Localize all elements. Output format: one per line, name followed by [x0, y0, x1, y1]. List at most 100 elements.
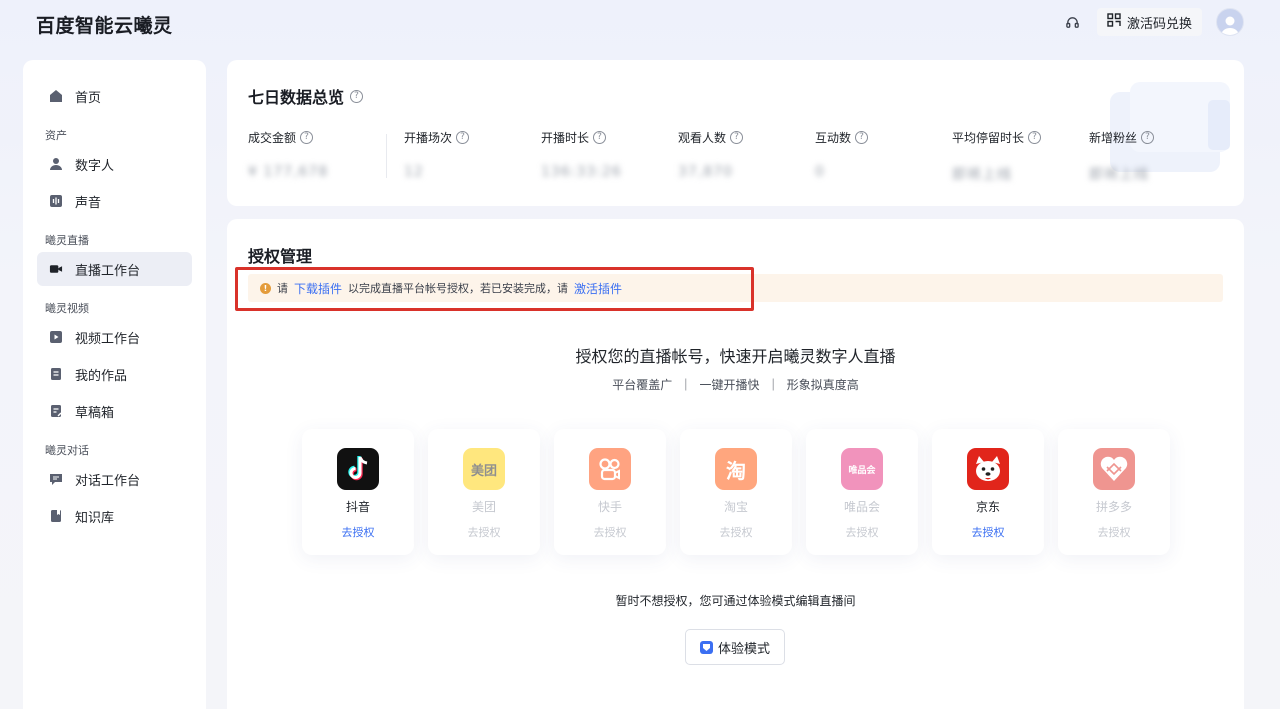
help-icon[interactable]: ?: [855, 130, 869, 144]
stat-label: 成交金额: [248, 130, 297, 145]
help-icon[interactable]: ?: [593, 130, 607, 144]
platform-name: 淘宝: [723, 500, 748, 514]
sidebar-item-knowledge-base[interactable]: 知识库: [37, 499, 192, 533]
sidebar-item-label: 首页: [75, 90, 102, 106]
platform-card-kuaishou[interactable]: 快手 去授权: [554, 429, 666, 555]
audio-wave-icon: [49, 194, 63, 208]
platform-card-pinduoduo[interactable]: 拼多多 去授权: [1058, 429, 1170, 555]
authorize-link[interactable]: 去授权: [594, 524, 627, 540]
stat-item: 观看人数? 37,870: [678, 128, 815, 184]
avatar[interactable]: [1216, 8, 1244, 36]
jd-logo-icon: [967, 448, 1009, 490]
sidebar-item-video-workbench[interactable]: 视频工作台: [37, 320, 192, 354]
stat-value: ¥ 177,678: [248, 164, 329, 180]
redeem-code-button[interactable]: 激活码兑换: [1096, 8, 1202, 36]
stat-label: 平均停留时长: [952, 130, 1025, 145]
platform-name: 抖音: [345, 500, 370, 514]
sidebar-item-label: 知识库: [75, 510, 115, 526]
platform-name: 美团: [471, 500, 496, 514]
app-logo[interactable]: 百度智能云曦灵: [36, 11, 173, 38]
stat-value: 即将上线: [952, 167, 1012, 183]
skip-authorization-text: 暂时不想授权，您可通过体验模式编辑直播间: [615, 594, 856, 608]
sidebar-item-live-workbench[interactable]: 直播工作台: [37, 252, 192, 286]
stat-label: 开播时长: [541, 130, 590, 145]
stats-title-row: 七日数据总览 ?: [248, 84, 364, 108]
help-icon[interactable]: ?: [300, 130, 314, 144]
stat-value: 即将上线: [1089, 167, 1149, 183]
sidebar-item-voice[interactable]: 声音: [37, 184, 192, 218]
edit-document-icon: [49, 404, 63, 418]
platform-name: 拼多多: [1095, 500, 1132, 514]
stat-item: 平均停留时长? 即将上线: [952, 128, 1089, 184]
sidebar-item-label: 声音: [75, 195, 102, 211]
top-bar: 百度智能云曦灵 激活码兑换: [0, 0, 1280, 46]
platform-card-jd[interactable]: 京东 去授权: [932, 429, 1044, 555]
help-icon[interactable]: ?: [730, 130, 744, 144]
sidebar-item-label: 视频工作台: [75, 331, 141, 347]
sidebar-item-digital-human[interactable]: 数字人: [37, 147, 192, 181]
video-camera-icon: [49, 262, 63, 276]
auth-headline: 授权您的直播帐号，快速开启曦灵数字人直播: [575, 347, 896, 366]
authorize-link[interactable]: 去授权: [846, 524, 879, 540]
sidebar-item-dialog-workbench[interactable]: 对话工作台: [37, 462, 192, 496]
authorize-link[interactable]: 去授权: [1098, 524, 1131, 540]
help-icon[interactable]: ?: [1028, 130, 1042, 144]
highlight-box: [235, 267, 754, 311]
home-icon: [49, 89, 63, 103]
platform-name: 唯品会: [843, 500, 880, 514]
stat-label: 新增粉丝: [1089, 130, 1138, 145]
sidebar-item-drafts[interactable]: 草稿箱: [37, 394, 192, 428]
meituan-logo-icon: 美团: [463, 448, 505, 490]
pinduoduo-logo-icon: [1093, 448, 1135, 490]
sidebar-item-label: 对话工作台: [75, 473, 141, 489]
stat-value: 12: [404, 164, 424, 180]
platform-list: 抖音 去授权 美团 美团 去授权 快手 去授权 淘 淘宝 去授权 唯品会 唯品会…: [302, 429, 1170, 555]
trial-mode-button[interactable]: 体验模式: [685, 629, 785, 665]
auth-title: 授权管理: [248, 247, 313, 266]
stat-label: 开播场次: [404, 130, 453, 145]
shield-icon: [699, 640, 713, 654]
stats-row: 成交金额? ¥ 177,678 开播场次? 12 开播时长? 136:33:26…: [248, 128, 1226, 184]
platform-name: 京东: [975, 500, 1000, 514]
stat-value: 37,870: [678, 164, 733, 180]
stat-item: 互动数? 0: [815, 128, 952, 184]
authorize-link[interactable]: 去授权: [468, 524, 501, 540]
authorize-link[interactable]: 去授权: [972, 524, 1005, 540]
top-actions: 激活码兑换: [1063, 8, 1244, 36]
sidebar-item-home[interactable]: 首页: [37, 79, 192, 113]
stat-item: 成交金额? ¥ 177,678: [248, 128, 404, 184]
document-icon: [49, 367, 63, 381]
authorization-card: 授权管理 ! 请 下载插件 以完成直播平台帐号授权，若已安装完成，请 激活插件 …: [227, 219, 1244, 709]
authorize-link[interactable]: 去授权: [342, 524, 375, 540]
person-icon: [49, 157, 63, 171]
platform-card-meituan[interactable]: 美团 美团 去授权: [428, 429, 540, 555]
sidebar-item-label: 我的作品: [75, 368, 128, 384]
vipshop-logo-icon: 唯品会: [841, 448, 883, 490]
help-icon[interactable]: ?: [456, 130, 470, 144]
stat-label: 互动数: [815, 130, 852, 145]
sidebar-group-dialog: 曦灵对话: [45, 444, 89, 457]
platform-card-vipshop[interactable]: 唯品会 唯品会 去授权: [806, 429, 918, 555]
headset-icon[interactable]: [1063, 12, 1083, 32]
stat-item: 开播场次? 12: [404, 128, 541, 184]
platform-card-taobao[interactable]: 淘 淘宝 去授权: [680, 429, 792, 555]
sidebar-item-label: 数字人: [75, 158, 115, 174]
sidebar-item-label: 草稿箱: [75, 405, 115, 421]
stat-item: 新增粉丝? 即将上线: [1089, 128, 1226, 184]
help-icon[interactable]: ?: [350, 89, 364, 103]
platform-name: 快手: [597, 500, 622, 514]
page-title: 七日数据总览: [248, 88, 345, 107]
sidebar-item-my-works[interactable]: 我的作品: [37, 357, 192, 391]
taobao-logo-icon: 淘: [715, 448, 757, 490]
sidebar: 首页 资产 数字人 声音 曦灵直播 直播工作台 曦灵视频 视频工作台 我的作品: [23, 60, 206, 709]
help-icon[interactable]: ?: [1141, 130, 1155, 144]
play-icon: [49, 330, 63, 344]
chat-icon: [49, 472, 63, 486]
book-icon: [49, 509, 63, 523]
platform-card-douyin[interactable]: 抖音 去授权: [302, 429, 414, 555]
authorize-link[interactable]: 去授权: [720, 524, 753, 540]
trial-mode-label: 体验模式: [717, 641, 770, 657]
sidebar-group-live: 曦灵直播: [45, 234, 89, 247]
sidebar-group-video: 曦灵视频: [45, 302, 89, 315]
auth-subline: 平台覆盖广 ｜ 一键开播快 ｜ 形象拟真度高: [612, 378, 859, 392]
